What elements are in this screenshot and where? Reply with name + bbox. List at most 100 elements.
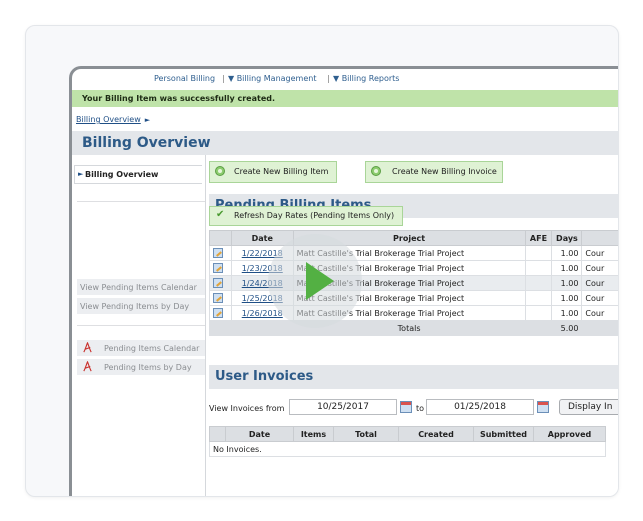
invoice-filter: View Invoices from 10/25/2017 to 01/25/2… — [209, 399, 618, 417]
column-header-days: Days — [551, 230, 583, 246]
sidebar-item-pdf-calendar[interactable]: Pending Items Calendar — [77, 340, 205, 356]
sidebar-item-pending-by-day[interactable]: View Pending Items by Day — [77, 298, 205, 314]
row-extra: Cour — [581, 305, 618, 321]
row-days: 1.00 — [551, 260, 583, 276]
user-invoices-header: User Invoices — [209, 365, 618, 389]
edit-icon[interactable] — [213, 278, 223, 288]
column-header — [209, 230, 232, 246]
edit-icon[interactable] — [213, 263, 223, 273]
create-billing-item-button[interactable]: Create New Billing Item — [209, 161, 337, 183]
column-header — [581, 230, 618, 246]
row-afe — [524, 305, 553, 321]
table-row: No Invoices. — [209, 441, 606, 457]
sidebar-item-label: View Pending Items Calendar — [80, 283, 197, 292]
create-billing-invoice-button[interactable]: Create New Billing Invoice — [365, 161, 503, 183]
sidebar-item-label: Billing Overview — [85, 170, 159, 179]
invoices-table: Date Items Total Created Submitted Appro… — [209, 426, 606, 457]
sidebar-item-billing-overview[interactable]: ► Billing Overview — [74, 165, 202, 184]
sidebar-item-label: View Pending Items by Day — [80, 302, 190, 311]
pdf-icon — [83, 342, 92, 353]
column-header-afe: AFE — [524, 230, 553, 246]
calendar-icon[interactable] — [400, 401, 412, 413]
section-title: User Invoices — [215, 369, 314, 384]
display-invoices-button[interactable]: Display In — [559, 399, 618, 415]
row-days: 1.00 — [551, 275, 583, 291]
table-header-row: Date Items Total Created Submitted Appro… — [209, 426, 606, 442]
column-header-date: Date — [230, 230, 294, 246]
to-date-input[interactable]: 01/25/2018 — [426, 399, 534, 415]
row-action — [209, 290, 232, 306]
nav-separator: | — [222, 74, 225, 83]
breadcrumb-billing-overview[interactable]: Billing Overview — [76, 115, 141, 124]
column-header-created: Created — [398, 426, 474, 442]
pdf-icon — [83, 361, 92, 372]
row-extra: Cour — [581, 260, 618, 276]
row-extra: Cour — [581, 245, 618, 261]
add-icon — [371, 166, 381, 176]
totals-cell — [230, 320, 294, 336]
top-navigation: Personal Billing | ▼ Billing Management … — [72, 69, 618, 89]
edit-icon[interactable] — [213, 308, 223, 318]
checkmark-icon: ✔ — [216, 209, 225, 220]
button-label: Display In — [568, 402, 613, 412]
divider — [77, 201, 205, 202]
play-button[interactable] — [268, 234, 362, 328]
table-row: 1/26/2018 Matt Castille's Trial Brokerag… — [209, 305, 618, 321]
row-action — [209, 260, 232, 276]
sidebar-item-pending-calendar[interactable]: View Pending Items Calendar — [77, 279, 205, 295]
nav-billing-management[interactable]: ▼ Billing Management — [228, 74, 316, 83]
edit-icon[interactable] — [213, 293, 223, 303]
calendar-icon[interactable] — [537, 401, 549, 413]
button-label: Create New Billing Invoice — [392, 167, 497, 176]
table-row: 1/22/2018 Matt Castille's Trial Brokerag… — [209, 245, 618, 261]
column-header-approved: Approved — [533, 426, 606, 442]
row-action — [209, 275, 232, 291]
totals-cell — [524, 320, 553, 336]
column-header-submitted: Submitted — [473, 426, 534, 442]
page-header: Billing Overview — [72, 131, 618, 155]
success-message: Your Billing Item was successfully creat… — [82, 94, 276, 103]
totals-days: 5.00 — [551, 320, 583, 336]
button-label: Refresh Day Rates (Pending Items Only) — [234, 211, 395, 220]
column-header-date: Date — [225, 426, 294, 442]
sidebar: ► Billing Overview View Pending Items Ca… — [72, 155, 206, 496]
breadcrumb: Billing Overview ► — [76, 115, 150, 124]
success-alert: Your Billing Item was successfully creat… — [72, 90, 618, 107]
row-days: 1.00 — [551, 305, 583, 321]
refresh-day-rates-button[interactable]: ✔ Refresh Day Rates (Pending Items Only) — [209, 206, 403, 226]
sidebar-item-label: Pending Items Calendar — [104, 344, 200, 353]
row-afe — [524, 245, 553, 261]
column-header-total: Total — [333, 426, 399, 442]
totals-cell — [581, 320, 618, 336]
nav-separator: | — [327, 74, 330, 83]
from-date-input[interactable]: 10/25/2017 — [289, 399, 397, 415]
main-content: Create New Billing Item Create New Billi… — [209, 155, 618, 496]
sidebar-item-label: Pending Items by Day — [104, 363, 192, 372]
active-marker-icon: ► — [78, 170, 84, 178]
row-afe — [524, 260, 553, 276]
row-action — [209, 245, 232, 261]
row-extra: Cour — [581, 275, 618, 291]
to-label: to — [416, 404, 425, 413]
button-label: Create New Billing Item — [234, 167, 329, 176]
row-days: 1.00 — [551, 245, 583, 261]
row-extra: Cour — [581, 290, 618, 306]
page-title: Billing Overview — [82, 135, 211, 151]
column-header — [209, 426, 226, 442]
nav-billing-reports[interactable]: ▼ Billing Reports — [333, 74, 399, 83]
column-header-items: Items — [293, 426, 334, 442]
table-header-row: Date Project AFE Days — [209, 230, 618, 246]
breadcrumb-arrow-icon: ► — [144, 116, 151, 124]
row-action — [209, 305, 232, 321]
totals-cell — [209, 320, 232, 336]
row-afe — [524, 275, 553, 291]
empty-message: No Invoices. — [209, 441, 606, 457]
row-afe — [524, 290, 553, 306]
row-days: 1.00 — [551, 290, 583, 306]
sidebar-item-pdf-by-day[interactable]: Pending Items by Day — [77, 359, 205, 375]
nav-personal-billing[interactable]: Personal Billing — [154, 74, 215, 83]
edit-icon[interactable] — [213, 248, 223, 258]
from-label: View Invoices from — [209, 404, 285, 413]
divider — [77, 325, 205, 326]
add-icon — [215, 166, 225, 176]
